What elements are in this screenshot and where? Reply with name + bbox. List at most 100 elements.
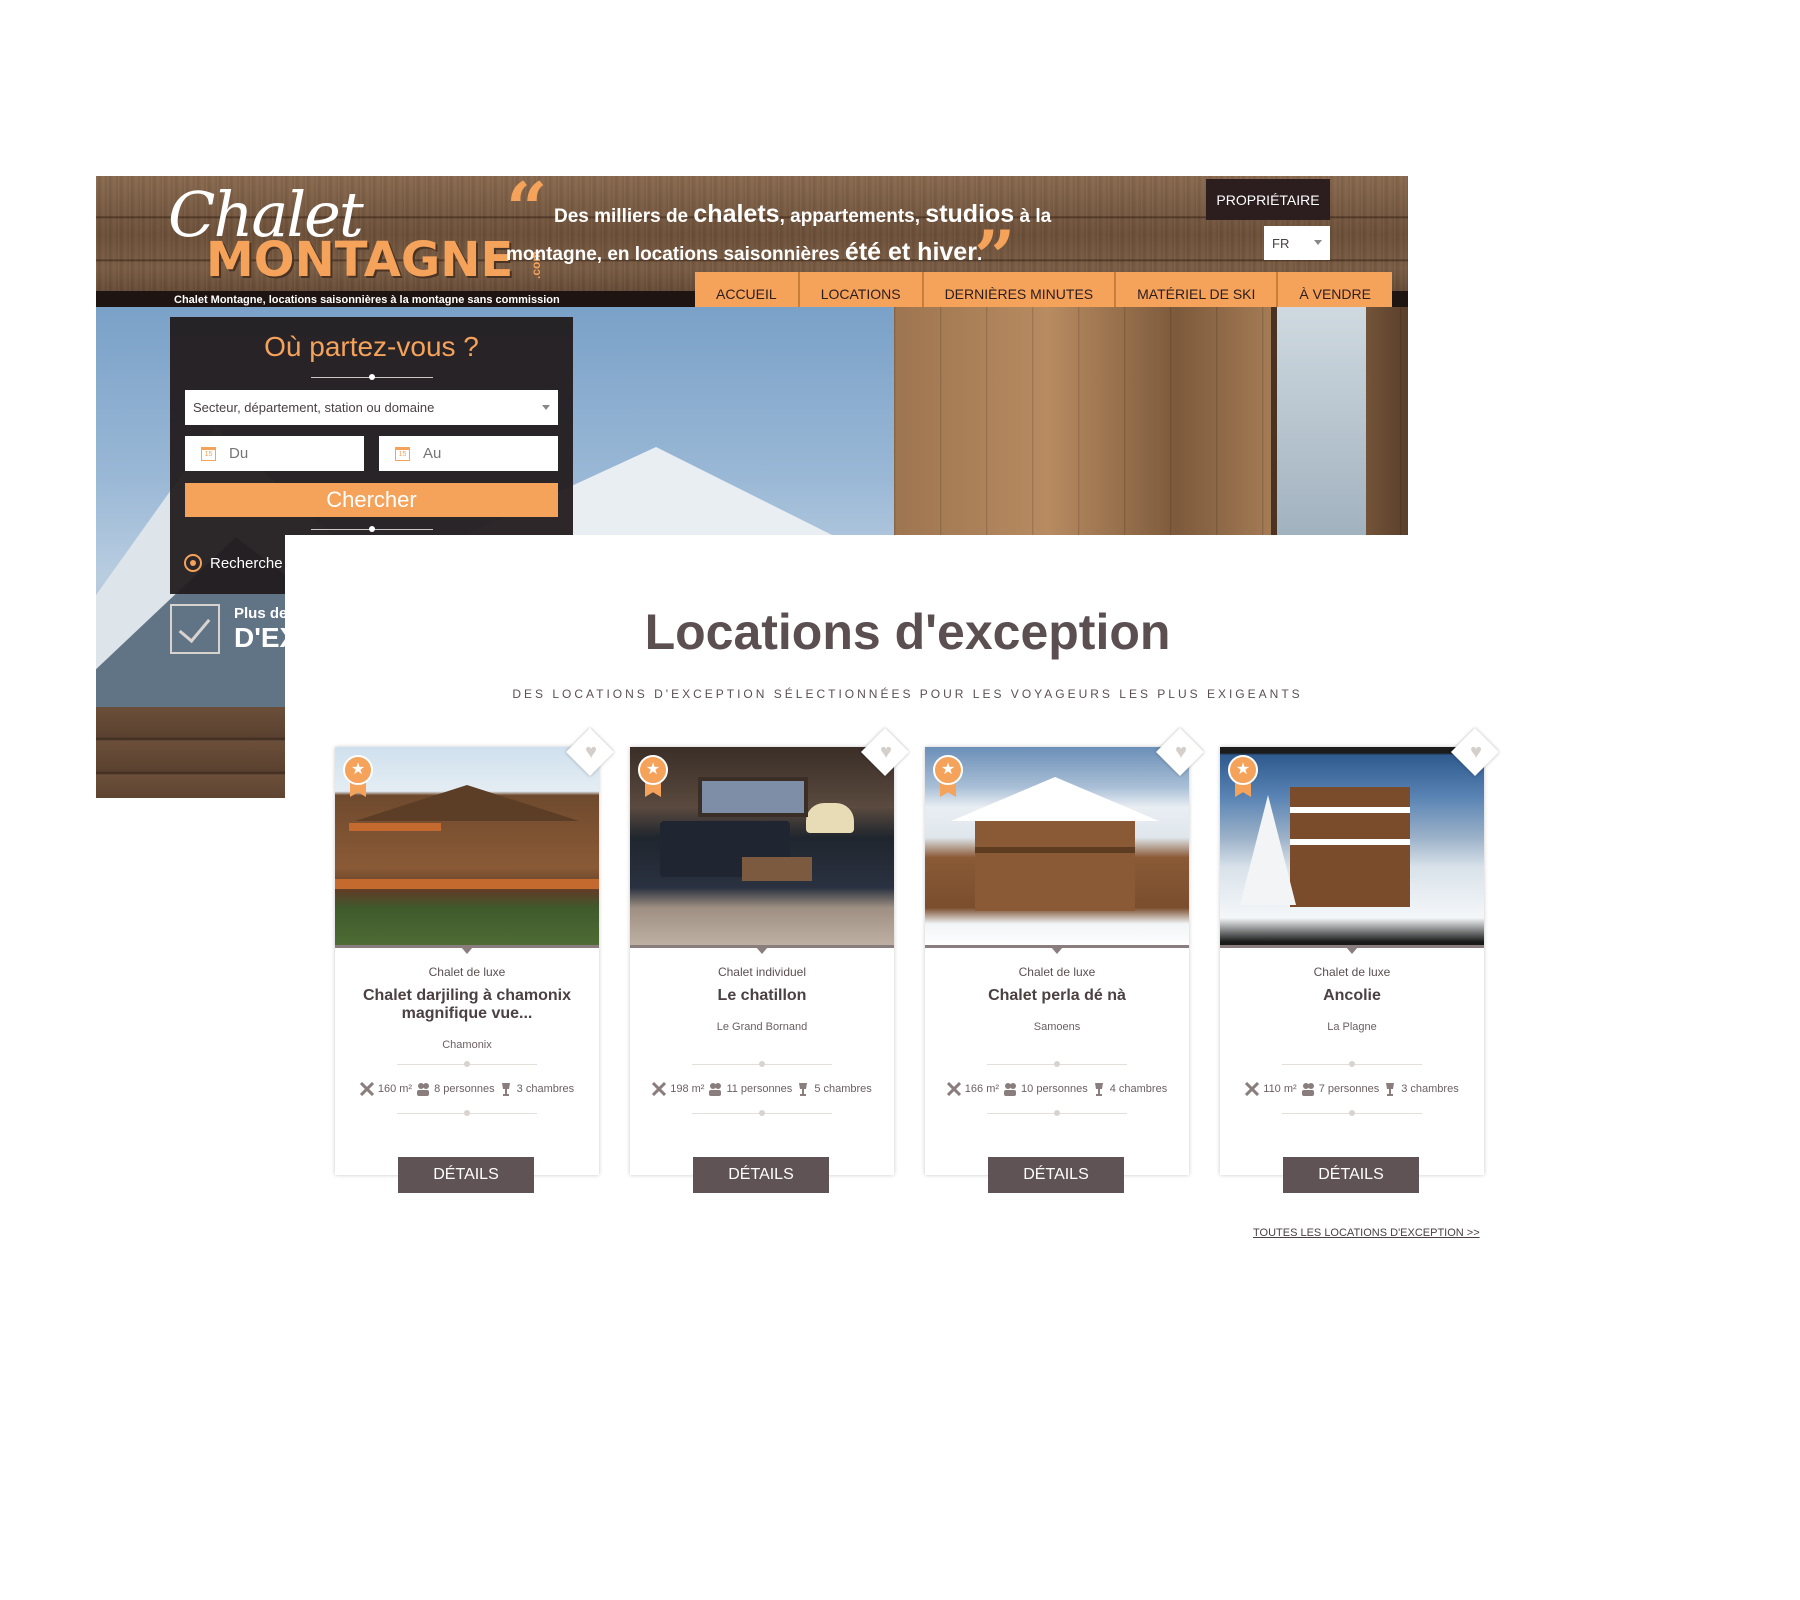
dropdown-arrow-icon [1314, 240, 1322, 245]
rental-card[interactable]: ★ ♥ Chalet individuel Le chatillon Le Gr… [630, 727, 910, 1193]
rental-location: Chamonix [442, 1039, 492, 1051]
site-logo[interactable]: Chalet MONTAGNE .com [166, 178, 543, 288]
rental-persons: 10 personnes [1021, 1083, 1088, 1095]
card-divider-dot [759, 1061, 765, 1067]
card-notch [1346, 947, 1358, 954]
owner-button[interactable]: PROPRIÉTAIRE [1206, 179, 1330, 220]
rental-photo[interactable] [925, 747, 1189, 948]
search-button[interactable]: Chercher [185, 483, 558, 517]
check-icon [170, 604, 220, 654]
sector-placeholder: Secteur, département, station ou domaine [193, 400, 435, 415]
rental-cards: ★ ♥ Chalet de luxe Chalet darjiling à ch… [335, 727, 1500, 1197]
rental-card[interactable]: ★ ♥ Chalet de luxe Chalet darjiling à ch… [335, 727, 615, 1193]
exception-section: Locations d'exception DES LOCATIONS D'EX… [285, 535, 1800, 1600]
logo-main-text: MONTAGNE [206, 232, 514, 288]
rental-type: Chalet de luxe [1018, 965, 1096, 979]
rental-rooms: 3 chambres [1401, 1083, 1459, 1095]
details-button[interactable]: DÉTAILS [693, 1157, 829, 1193]
advanced-search-link[interactable]: Recherche [184, 554, 283, 572]
dropdown-arrow-icon [542, 405, 550, 410]
details-button[interactable]: DÉTAILS [1283, 1157, 1419, 1193]
area-icon [946, 1081, 961, 1097]
chalet-window-image [1271, 307, 1366, 547]
bedroom-icon [1383, 1082, 1397, 1096]
rental-location: La Plagne [1327, 1021, 1377, 1033]
section-title: Locations d'exception [644, 604, 1171, 660]
heart-icon: ♥ [585, 741, 597, 763]
section-subtitle: DES LOCATIONS D'EXCEPTION SÉLECTIONNÉES … [512, 687, 1303, 701]
rental-location: Le Grand Bornand [716, 1021, 808, 1033]
rental-name[interactable]: Le chatillon [644, 987, 880, 1005]
rental-persons: 8 personnes [434, 1083, 495, 1095]
heart-icon: ♥ [1175, 741, 1187, 763]
rental-card[interactable]: ★ ♥ Chalet de luxe Chalet perla dé nà Sa… [925, 727, 1205, 1193]
calendar-icon: 15 [201, 447, 216, 461]
area-icon [1245, 1081, 1260, 1097]
search-title: Où partez-vous ? [264, 331, 479, 362]
rental-name[interactable]: Chalet perla dé nà [939, 987, 1175, 1005]
rental-name[interactable]: Chalet darjiling à chamonix magnifique v… [349, 987, 585, 1023]
all-exception-rentals-link[interactable]: TOUTES LES LOCATIONS D'EXCEPTION >> [1253, 1227, 1480, 1239]
card-notch [461, 947, 473, 954]
card-divider-dot [1054, 1061, 1060, 1067]
card-divider-dot [759, 1110, 765, 1116]
calendar-icon: 15 [395, 447, 410, 461]
rental-location: Samoens [1033, 1021, 1081, 1033]
star-badge-icon: ★ [343, 755, 373, 799]
site-tagline: Chalet Montagne, locations saisonnières … [174, 294, 560, 306]
bedroom-icon [1092, 1082, 1106, 1096]
heart-icon: ♥ [880, 741, 892, 763]
bedroom-icon [796, 1082, 810, 1096]
rental-rooms: 4 chambres [1109, 1083, 1168, 1095]
area-icon [359, 1081, 374, 1097]
star-badge-icon: ★ [638, 755, 668, 799]
star-badge-icon: ★ [933, 755, 963, 799]
rental-specs: 198 m² 11 personnes 5 chambres [630, 1081, 894, 1097]
card-divider-dot [464, 1110, 470, 1116]
card-divider-dot [1054, 1110, 1060, 1116]
rental-photo[interactable] [630, 747, 894, 948]
rental-persons: 7 personnes [1318, 1083, 1380, 1095]
language-value: FR [1272, 235, 1290, 251]
rental-area: 166 m² [964, 1083, 1000, 1095]
heart-icon: ♥ [1470, 741, 1482, 763]
language-select[interactable]: FR [1264, 226, 1330, 260]
promo-banner: Plus de D'EX [170, 604, 298, 654]
advanced-search-label: Recherche [210, 554, 283, 572]
rental-rooms: 3 chambres [516, 1083, 575, 1095]
rental-rooms: 5 chambres [814, 1083, 872, 1095]
rental-area: 198 m² [670, 1083, 705, 1095]
persons-icon [1003, 1082, 1017, 1096]
rental-type: Chalet de luxe [1313, 965, 1391, 979]
rental-photo[interactable] [1220, 747, 1484, 948]
rental-persons: 11 personnes [726, 1083, 793, 1095]
card-divider-dot [464, 1061, 470, 1067]
decor-dot [369, 526, 375, 532]
rental-area: 110 m² [1263, 1083, 1297, 1095]
rental-type: Chalet individuel [717, 965, 807, 979]
decor-dot [369, 374, 375, 380]
card-notch [1051, 947, 1063, 954]
details-button[interactable]: DÉTAILS [988, 1157, 1124, 1193]
persons-icon [1301, 1082, 1315, 1096]
bedroom-icon [499, 1082, 513, 1096]
rental-name[interactable]: Ancolie [1234, 987, 1470, 1005]
target-icon [184, 554, 202, 572]
rental-type: Chalet de luxe [428, 965, 506, 979]
rental-photo[interactable] [335, 747, 599, 948]
persons-icon [708, 1082, 722, 1096]
rental-card[interactable]: ★ ♥ Chalet de luxe Ancolie La Plagne 110… [1220, 727, 1500, 1193]
rental-specs: 166 m² 10 personnes 4 chambres [925, 1081, 1189, 1097]
slogan-line-2: montagne, en locations saisonnières été … [506, 238, 983, 266]
details-button[interactable]: DÉTAILS [398, 1157, 534, 1193]
card-notch [756, 947, 768, 954]
rental-area: 160 m² [377, 1083, 413, 1095]
sector-select[interactable]: Secteur, département, station ou domaine [185, 390, 558, 425]
rental-specs: 160 m² 8 personnes 3 chambres [335, 1081, 599, 1097]
persons-icon [416, 1082, 430, 1096]
card-divider-dot [1349, 1110, 1355, 1116]
star-badge-icon: ★ [1228, 755, 1258, 799]
card-divider-dot [1349, 1061, 1355, 1067]
area-icon [652, 1081, 667, 1097]
header-slogan: “ Des milliers de chalets, appartements,… [506, 176, 1056, 299]
